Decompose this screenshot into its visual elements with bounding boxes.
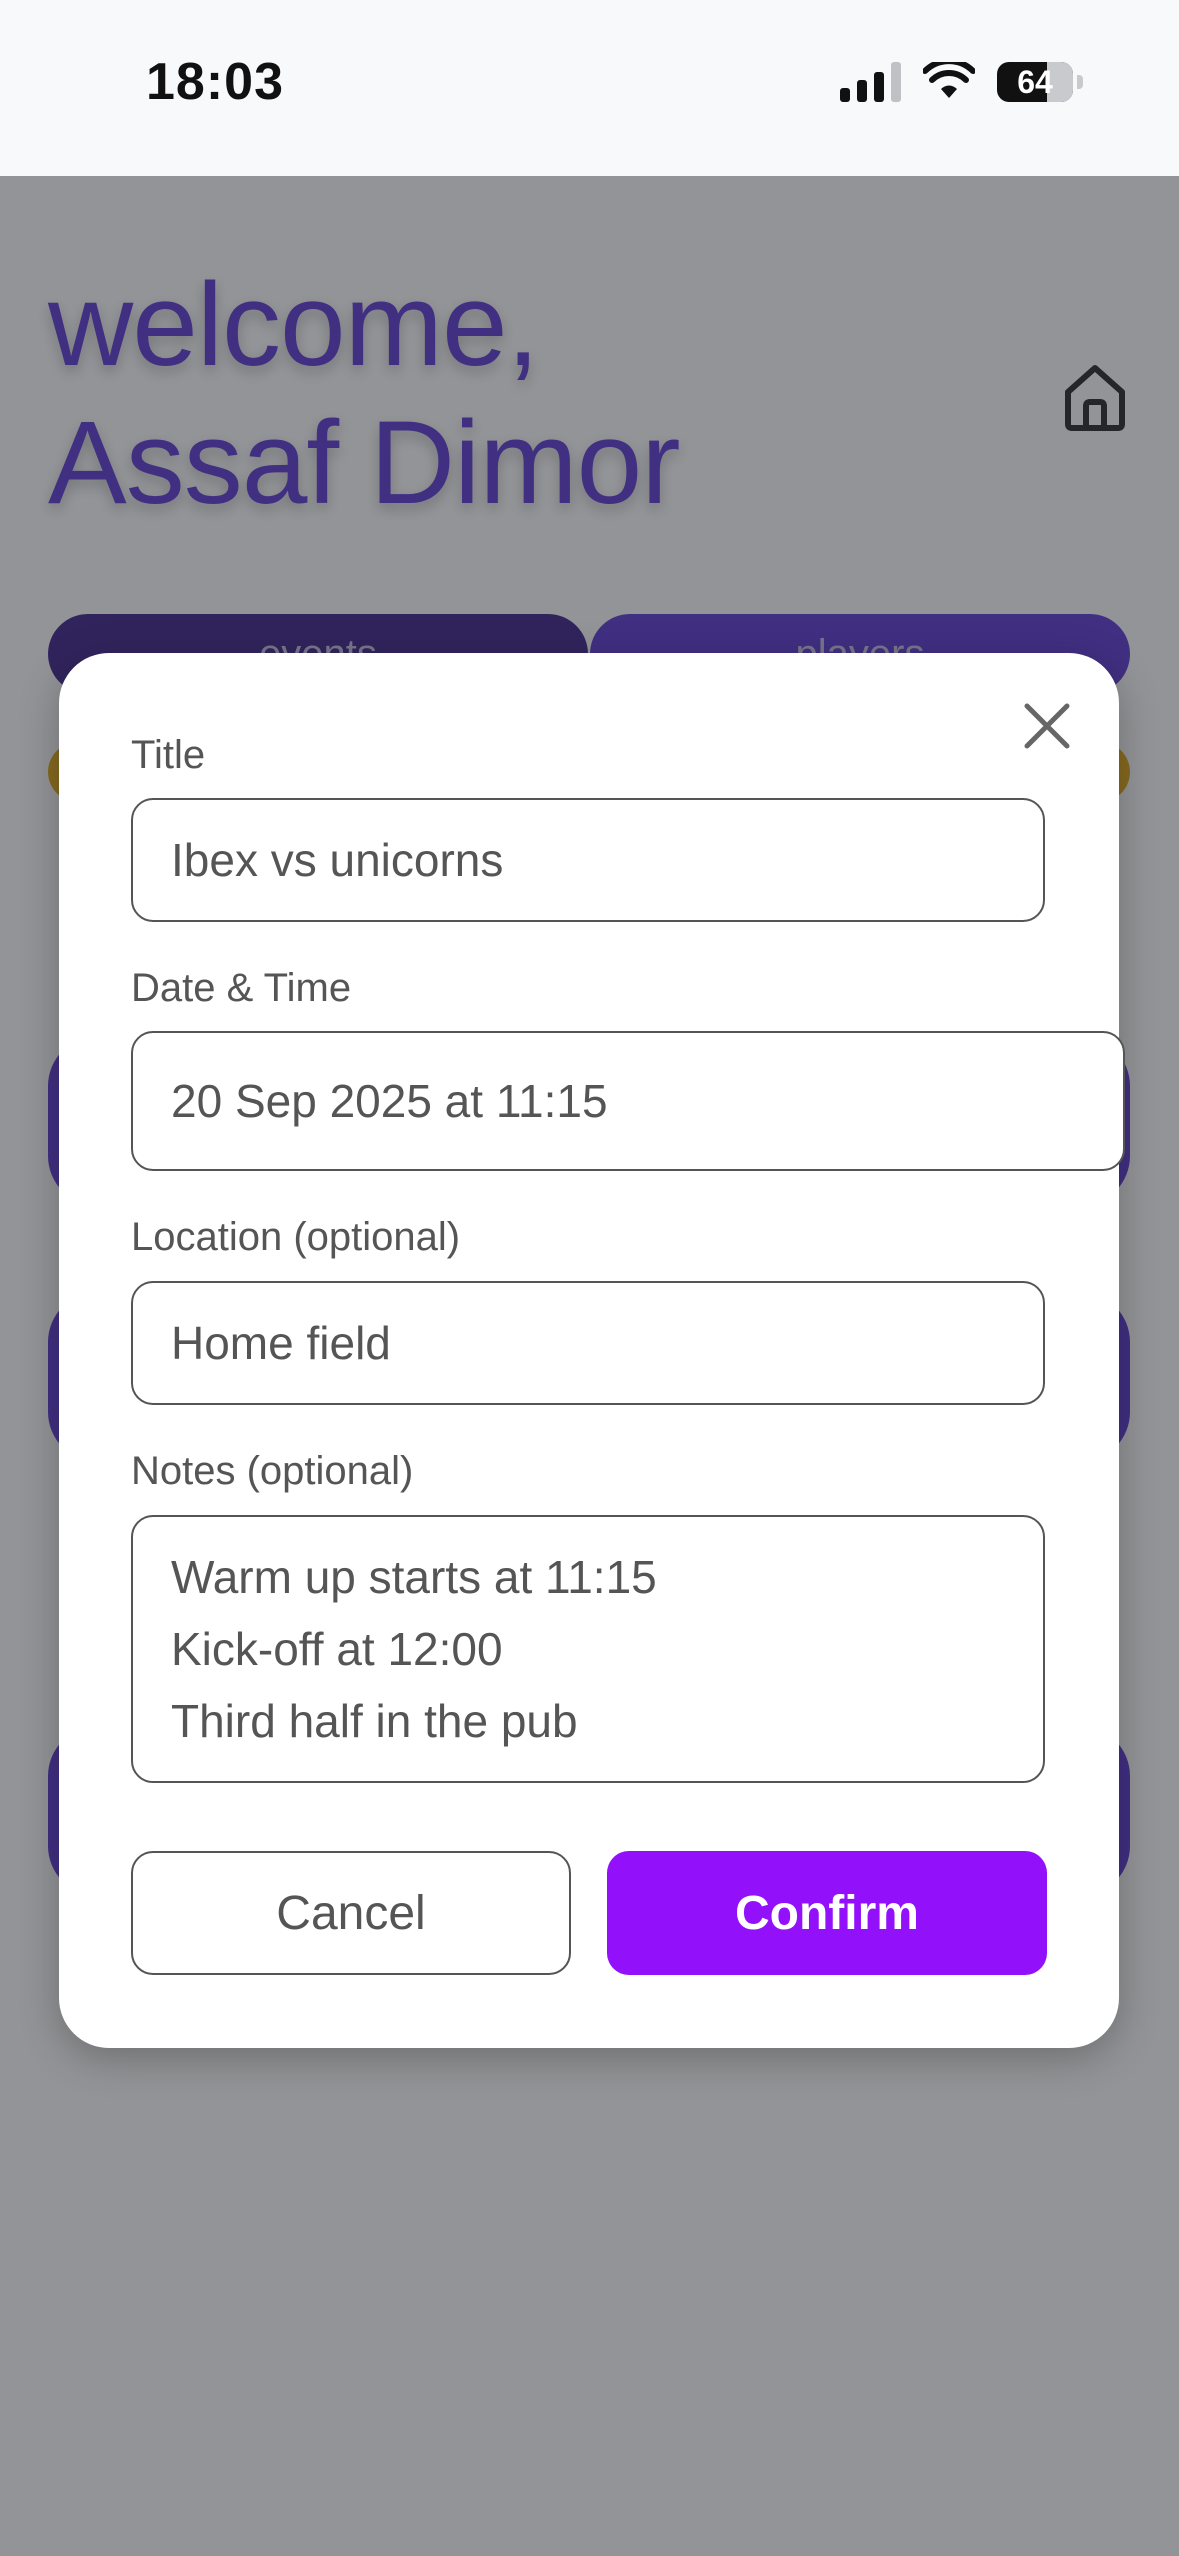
battery-icon: 64	[997, 62, 1073, 102]
location-input[interactable]: Home field	[131, 1281, 1045, 1405]
notes-line: Warm up starts at 11:15	[171, 1551, 657, 1603]
notes-line: Kick-off at 12:00	[171, 1623, 503, 1675]
close-icon[interactable]	[1019, 698, 1075, 754]
title-value: Ibex vs unicorns	[171, 834, 504, 886]
location-label: Location (optional)	[131, 1215, 461, 1259]
datetime-label: Date & Time	[131, 966, 352, 1010]
title-label: Title	[131, 733, 206, 777]
datetime-value: 20 Sep 2025 at 11:15	[171, 1075, 608, 1127]
signal-icon	[840, 62, 901, 102]
status-time: 18:03	[146, 53, 284, 111]
status-bar: 18:03 64	[0, 0, 1179, 176]
notes-label: Notes (optional)	[131, 1449, 414, 1493]
event-dialog: Title Ibex vs unicorns Date & Time 20 Se…	[59, 653, 1125, 2048]
notes-line: Third half in the pub	[171, 1695, 578, 1747]
notes-textarea[interactable]: Warm up starts at 11:15 Kick-off at 12:0…	[131, 1515, 1045, 1783]
location-value: Home field	[171, 1317, 391, 1369]
battery-level: 64	[1017, 64, 1053, 100]
status-icons: 64	[840, 62, 1083, 102]
wifi-icon	[923, 62, 975, 98]
confirm-button[interactable]: Confirm	[607, 1851, 1047, 1975]
datetime-input[interactable]: 20 Sep 2025 at 11:15	[131, 1031, 1125, 1171]
cancel-button[interactable]: Cancel	[131, 1851, 571, 1975]
title-input[interactable]: Ibex vs unicorns	[131, 798, 1045, 922]
